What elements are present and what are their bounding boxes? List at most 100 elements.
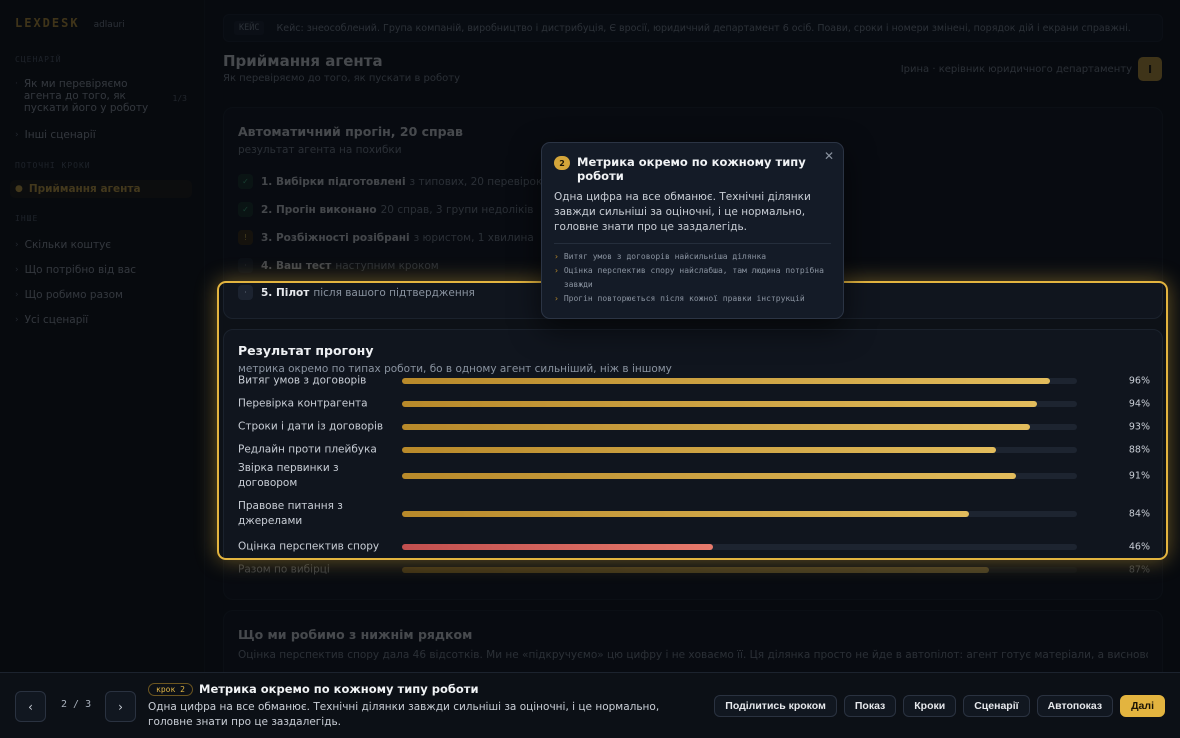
bar-label: Оцінка перспектив спору [238, 540, 380, 553]
page-subtitle: Як перевіряємо до того, як пускати в роб… [223, 73, 461, 84]
sidebar-item-label: Інші сценарії [24, 129, 96, 141]
step-row: · 4. Ваш тест наступним кроком [238, 258, 439, 273]
autoplay-button[interactable]: Автопоказ [1036, 695, 1114, 717]
prev-step-button[interactable]: ‹ [15, 691, 46, 722]
sidebar-item-together[interactable]: › Що робимо разом [10, 286, 192, 304]
tour-step-description: Одна цифра на все обманює. Технічні діля… [148, 701, 660, 728]
bar-value: 88% [1128, 444, 1150, 456]
popover-note: › Оцінка перспектив спору найслабша, там … [554, 264, 831, 292]
pending-icon: · [238, 285, 253, 300]
header-user: Ірина · керівник юридичного департаменту… [901, 57, 1162, 81]
step-row: · 5. Пілот після вашого підтвердження [238, 285, 475, 300]
brand-name: LEXDESK [15, 16, 80, 30]
bar-value: 84% [1128, 508, 1150, 520]
sidebar-item-cost[interactable]: › Скільки коштує [10, 236, 192, 254]
bar-fill [402, 401, 1037, 407]
sidebar-item-label: Як ми перевіряємо агента до того, як пус… [23, 78, 149, 114]
step-label: 1. Вибірки підготовлені [261, 175, 406, 188]
bottom-row-title: Що ми робимо з нижнім рядком [238, 627, 473, 642]
tour-bar: ‹ 2 / 3 › крок 2 Метрика окремо по кожно… [0, 672, 1180, 738]
bar-fill [402, 567, 990, 573]
popover-note-text: Прогін повторюється після кожної правки … [563, 294, 805, 303]
step-row: ✓ 2. Прогін виконано 20 справ, 3 групи н… [238, 202, 533, 217]
share-step-button[interactable]: Поділитись кроком [714, 695, 837, 717]
active-bullet-icon: ● [15, 184, 23, 194]
step-detail: після вашого підтвердження [313, 286, 475, 299]
bar-fill [402, 447, 996, 453]
bar-value: 93% [1128, 421, 1150, 433]
bar-row: Правове питання з джерелами 84% [238, 499, 1150, 529]
user-role-link[interactable]: Ірина · керівник юридичного департаменту [901, 64, 1132, 75]
bar-label: Перевірка контрагента [238, 397, 368, 410]
popover-step-number: 2 [554, 156, 570, 170]
step-label: 3. Розбіжності розібрані [261, 231, 410, 244]
case-tag: КЕЙС [234, 21, 265, 35]
show-button[interactable]: Показ [843, 695, 897, 717]
page-title: Приймання агента [223, 52, 383, 70]
chevron-right-icon: › [554, 252, 559, 261]
sidebar-section-tour: Поточні кроки [15, 161, 91, 170]
sidebar-item-other-scenarios[interactable]: › Інші сценарії [10, 126, 192, 144]
tour-step-title: Метрика окремо по кожному типу роботи [199, 682, 479, 696]
bar-track [402, 401, 1077, 407]
sidebar-item-count: 1/3 [172, 94, 187, 103]
bar-fill [402, 424, 1030, 430]
sidebar-item-label: Скільки коштує [24, 239, 112, 251]
popover-title: Метрика окремо по кожному типу роботи [577, 155, 806, 183]
step-detail: з типових, 20 перевірок [409, 175, 543, 188]
sidebar-item-requirements[interactable]: › Що потрібно від вас [10, 261, 192, 279]
popover-note-text: Оцінка перспектив спору найслабша, там л… [563, 266, 824, 289]
bar-fill [402, 378, 1050, 384]
chevron-right-icon: › [118, 699, 123, 714]
bar-label: Строки і дати із договорів [238, 420, 384, 433]
sidebar-section-more: Інше [15, 214, 39, 223]
bottom-row-text: Оцінка перспектив спору дала 46 відсоткі… [238, 649, 1148, 661]
results-title: Результат прогону [238, 343, 374, 358]
bar-track [402, 567, 1077, 573]
chevron-left-icon: ‹ [28, 699, 33, 714]
popover-notes: › Витяг умов з договорів найсильніша діля… [554, 250, 831, 306]
sidebar-item-label: Усі сценарії [24, 314, 89, 326]
popover-divider [554, 243, 831, 244]
case-text: Кейс: знеособлений. Група компаній, виро… [276, 22, 1131, 34]
bar-label: Разом по вибірці [238, 563, 330, 576]
bar-fill [402, 473, 1017, 479]
popover-note: › Витяг умов з договорів найсильніша діля… [554, 250, 831, 264]
bar-label: Редлайн проти плейбука [238, 443, 377, 456]
brand[interactable]: LEXDESK adlauri [15, 16, 125, 30]
next-step-arrow-button[interactable]: › [105, 691, 136, 722]
popover-note: › Прогін повторюється після кожної правки… [554, 292, 831, 306]
close-icon[interactable]: ✕ [824, 149, 834, 163]
bar-track [402, 424, 1077, 430]
bullet-icon: › [15, 315, 19, 325]
bullet-icon: › [15, 240, 19, 250]
sidebar: LEXDESK adlauri Сценарій · Як ми перевір… [0, 0, 205, 672]
sidebar-item-all-scenarios[interactable]: › Усі сценарії [10, 311, 192, 329]
bar-value: 94% [1128, 398, 1150, 410]
bullet-icon: › [15, 290, 19, 300]
bar-track [402, 511, 1077, 517]
step-label: 4. Ваш тест [261, 259, 332, 272]
steps-button[interactable]: Кроки [903, 695, 957, 717]
bar-label: Витяг умов з договорів [238, 374, 367, 387]
case-banner: КЕЙС Кейс: знеособлений. Група компаній,… [223, 14, 1163, 42]
scenarios-button[interactable]: Сценарії [963, 695, 1030, 717]
bottom-row-card: Що ми робимо з нижнім рядком Оцінка перс… [223, 610, 1163, 672]
sidebar-item-scenario[interactable]: · Як ми перевіряємо агента до того, як п… [10, 75, 192, 117]
tour-step-badge: крок 2 [148, 683, 193, 696]
check-icon: ✓ [238, 174, 253, 189]
bar-row: Звірка первинки з договором 91% [238, 461, 1150, 491]
sidebar-section-scenario: Сценарій [15, 55, 62, 64]
bar-track [402, 544, 1077, 550]
step-label: 5. Пілот [261, 286, 310, 299]
user-avatar-button[interactable]: І [1138, 57, 1162, 81]
bullet-icon: › [15, 265, 19, 275]
next-button[interactable]: Далі [1120, 695, 1165, 717]
auto-run-title: Автоматичний прогін, 20 справ [238, 124, 463, 139]
step-row: ✓ 1. Вибірки підготовлені з типових, 20 … [238, 174, 542, 189]
tour-actions: Поділитись кроком Показ Кроки Сценарії А… [714, 695, 1165, 717]
bar-track [402, 378, 1077, 384]
results-card: Результат прогону метрика окремо по типа… [223, 329, 1163, 600]
step-row: ! 3. Розбіжності розібрані з юристом, 1 … [238, 230, 534, 245]
sidebar-item-agent-acceptance[interactable]: ● Приймання агента [10, 180, 192, 198]
